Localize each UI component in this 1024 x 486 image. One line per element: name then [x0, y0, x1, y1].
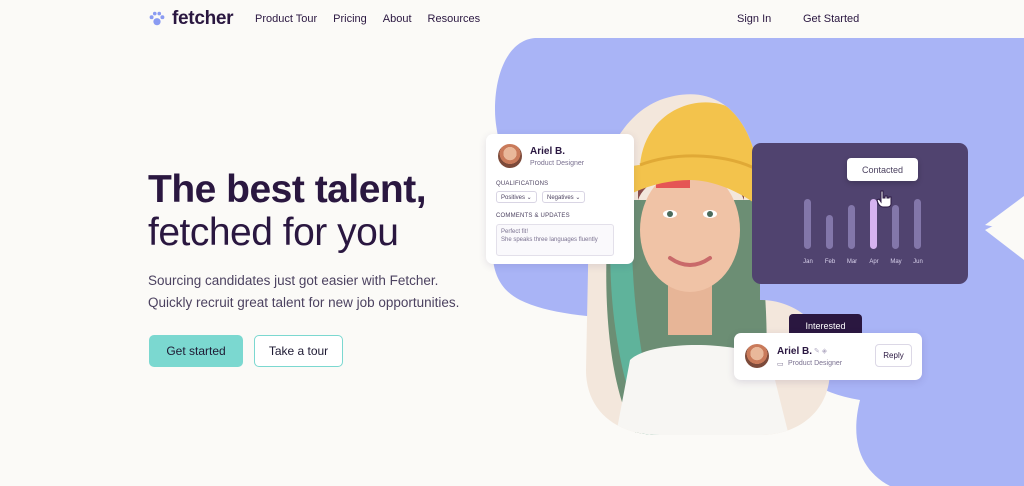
avatar: [745, 344, 769, 368]
chart-bar-jan: [804, 199, 811, 249]
status-candidate-role: Product Designer: [788, 360, 843, 367]
status-candidate-name: Ariel B.: [777, 346, 813, 357]
hand-cursor-icon: [876, 190, 892, 208]
briefcase-icon: ▭: [777, 361, 784, 368]
month-label: May: [890, 259, 902, 265]
positives-chip-label: Positives: [501, 195, 526, 201]
avatar: [498, 144, 522, 168]
candidate-role: Product Designer: [530, 160, 585, 167]
comment-line-2: She speaks three languages fluently: [501, 237, 598, 243]
comment-box: Perfect fit! She speaks three languages …: [496, 224, 614, 256]
edit-icon: ✎ ◈: [814, 348, 828, 355]
chart-bar-may: [892, 205, 899, 249]
month-label: Feb: [824, 259, 836, 265]
chart-bar-jun: [914, 199, 921, 249]
chart-bar-mar: [848, 205, 855, 249]
positives-chip[interactable]: Positives ⌄: [496, 191, 537, 203]
month-label: Jan: [803, 259, 813, 265]
candidate-name: Ariel B.: [530, 146, 566, 157]
chart-bar-feb: [826, 215, 833, 249]
reply-button[interactable]: Reply: [875, 344, 912, 367]
comments-heading: COMMENTS & UPDATES: [496, 213, 570, 219]
qualifications-heading: QUALIFICATIONS: [496, 181, 549, 187]
month-label: Mar: [846, 259, 858, 265]
candidate-status-card: Ariel B. ✎ ◈ ▭ Product Designer Reply: [734, 333, 922, 380]
month-label: Jun: [913, 259, 923, 265]
negatives-chip[interactable]: Negatives ⌄: [542, 191, 586, 203]
candidate-profile-card: Ariel B. Product Designer QUALIFICATIONS…: [486, 134, 634, 264]
negatives-chip-label: Negatives: [547, 195, 574, 201]
contacted-tooltip: Contacted: [847, 158, 918, 181]
comment-line-1: Perfect fit!: [501, 229, 529, 235]
month-label: Apr: [869, 259, 879, 265]
